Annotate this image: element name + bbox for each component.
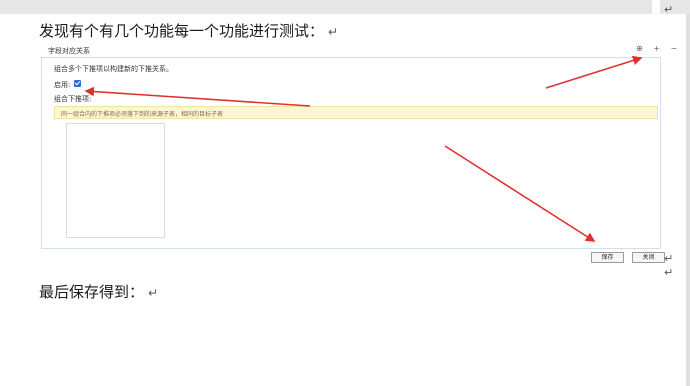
save-button[interactable]: 保存 <box>591 252 624 263</box>
notice-banner: 同一组合内的下推项必须落下到的来源子表，相同的目标子表 <box>54 106 658 119</box>
dialog-description: 组合多个下推项以构建新的下推关系。 <box>54 65 173 73</box>
page-right-gap <box>686 14 690 386</box>
enable-checkbox[interactable] <box>74 80 81 87</box>
doc-heading-1: 发现有个有几个功能每一个功能进行测试： ↵ <box>39 20 338 41</box>
page-top-gap-cut <box>652 0 660 14</box>
close-button[interactable]: 关闭 <box>632 252 665 263</box>
doc-heading-1-text: 发现有个有几个功能每一个功能进行测试： <box>39 22 325 40</box>
paragraph-mark: ↵ <box>664 252 674 265</box>
enable-label: 启用: <box>54 81 71 89</box>
doc-heading-2: 最后保存得到： ↵ <box>39 281 158 302</box>
pushdown-item-list[interactable] <box>66 123 165 238</box>
paragraph-mark: ↵ <box>664 266 674 279</box>
dialog-title: 字段对应关系 <box>48 47 90 55</box>
combo-pushdown-label: 组合下推项: <box>54 95 92 103</box>
paragraph-mark: ↵ <box>664 3 674 16</box>
page-top-gap <box>0 0 690 14</box>
window-controls[interactable]: ⊕ + − <box>636 44 681 53</box>
notice-text: 同一组合内的下推项必须落下到的来源子表，相同的目标子表 <box>61 111 224 118</box>
paragraph-mark: ↵ <box>148 286 159 300</box>
doc-heading-2-text: 最后保存得到： <box>39 283 145 301</box>
paragraph-mark: ↵ <box>328 25 339 39</box>
